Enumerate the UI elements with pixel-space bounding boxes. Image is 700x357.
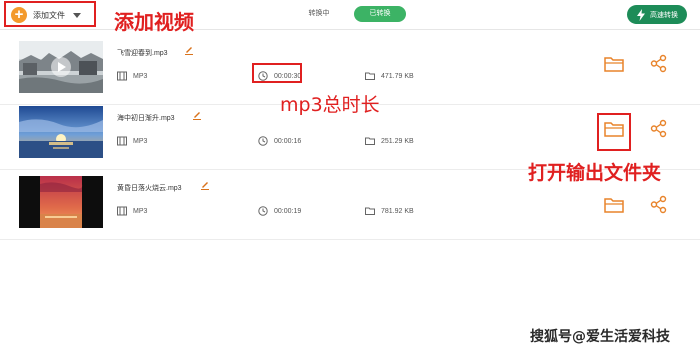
edit-icon[interactable] <box>184 45 194 55</box>
folder-small-icon <box>365 207 375 215</box>
fast-convert-button[interactable]: 高速转换 <box>627 5 687 24</box>
clock-icon <box>258 136 268 146</box>
file-size: 251.29 KB <box>381 137 414 145</box>
annotation-mp3-duration: mp3总时长 <box>280 94 380 116</box>
lightning-icon <box>637 8 645 21</box>
annotation-add-video: 添加视频 <box>114 10 194 34</box>
format-info: MP3 <box>117 206 147 216</box>
file-format: MP3 <box>133 137 148 145</box>
tab-converted[interactable]: 已转换 <box>354 6 406 22</box>
duration-info: 00:00:19 <box>258 206 301 216</box>
size-info: 471.79 KB <box>365 71 414 81</box>
video-thumbnail[interactable] <box>19 176 103 228</box>
clock-icon <box>258 206 268 216</box>
size-info: 781.92 KB <box>365 206 414 216</box>
file-format: MP3 <box>133 207 148 215</box>
file-duration: 00:00:16 <box>274 137 302 145</box>
format-info: MP3 <box>117 71 147 81</box>
folder-small-icon <box>365 137 375 145</box>
edit-icon[interactable] <box>192 110 202 120</box>
film-icon <box>117 136 127 146</box>
file-format: MP3 <box>133 72 148 80</box>
edit-icon[interactable] <box>200 180 210 190</box>
file-name: 黄昏日落火烧云.mp3 <box>117 185 182 192</box>
tab-converting[interactable]: 转换中 <box>298 6 340 22</box>
duration-highlight <box>252 63 302 83</box>
open-folder-icon[interactable] <box>604 55 624 73</box>
file-duration: 00:00:19 <box>274 207 302 215</box>
film-icon <box>117 206 127 216</box>
file-size: 471.79 KB <box>381 72 414 80</box>
annotation-open-folder: 打开输出文件夹 <box>528 162 662 184</box>
file-name: 飞雪迎春到.mp3 <box>117 50 168 57</box>
toolbar: + 添加文件 转换中 已转换 高速转换 <box>0 0 700 30</box>
video-thumbnail[interactable] <box>19 106 103 158</box>
share-icon[interactable] <box>650 54 668 73</box>
format-info: MP3 <box>117 136 147 146</box>
film-icon <box>117 71 127 81</box>
share-icon[interactable] <box>650 119 668 138</box>
open-folder-icon[interactable] <box>604 196 624 214</box>
folder-small-icon <box>365 72 375 80</box>
size-info: 251.29 KB <box>365 136 414 146</box>
watermark: 搜狐号@爱生活爱科技 <box>530 329 670 345</box>
file-name: 海中初日渐升.mp3 <box>117 115 175 122</box>
fast-convert-label: 高速转换 <box>650 11 678 19</box>
duration-info: 00:00:16 <box>258 136 301 146</box>
video-thumbnail[interactable] <box>19 41 103 93</box>
add-file-highlight <box>4 1 96 27</box>
file-size: 781.92 KB <box>381 207 414 215</box>
folder-highlight <box>597 113 631 151</box>
share-icon[interactable] <box>650 195 668 214</box>
